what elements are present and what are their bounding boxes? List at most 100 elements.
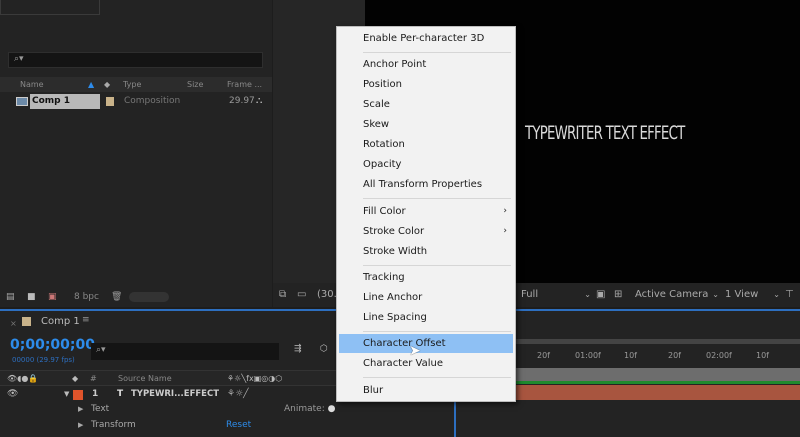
ruler-tick: 10f [756,351,769,360]
snapshot-icon[interactable]: ⧉ [279,283,286,307]
layer-switches[interactable]: ⚘☼╱ [227,387,249,402]
menu-item-stroke-width[interactable]: Stroke Width [337,242,515,261]
transparency-grid-icon[interactable]: ⊞ [614,283,622,307]
camera-value: Active Camera [635,289,709,300]
ruler-tick: 10f [624,351,637,360]
menu-item-line-anchor[interactable]: Line Anchor [337,288,515,307]
ruler-tick: 20f [537,351,550,360]
menu-item-character-offset[interactable]: Character Offset [339,334,513,353]
menu-item-fill-color[interactable]: Fill Color › [337,202,515,221]
menu-item-skew[interactable]: Skew [337,115,515,134]
menu-separator [363,265,511,266]
layer-name[interactable]: TYPEWRI...EFFECT [131,387,219,402]
menu-item-tracking[interactable]: Tracking [337,268,515,287]
transform-group-row[interactable]: ▶ Transform Reset [0,418,336,433]
menu-item-label: Fill Color [363,206,406,217]
close-tab-icon[interactable]: × [10,319,17,328]
menu-item-position[interactable]: Position [337,75,515,94]
project-thumbnail [0,0,100,15]
current-time-indicator[interactable] [454,400,456,437]
submenu-arrow-icon: › [503,206,507,216]
resolution-value: Full [521,289,539,300]
layer-label-color[interactable] [73,390,83,400]
column-frame-rate[interactable]: Frame ... [227,77,262,92]
text-layer-icon: T [117,389,124,399]
views-dropdown[interactable]: 1 View ⌄ [725,283,780,307]
new-comp-icon[interactable]: ▣ [48,288,57,306]
menu-item-blur[interactable]: Blur [337,381,515,400]
chevron-down-icon: ⌄ [584,290,591,299]
project-toolbar: ▤ ■ ▣ 8 bpc 🗑 [0,288,272,306]
reset-link[interactable]: Reset [226,418,251,433]
project-search-input[interactable]: ⌕▾ [8,52,263,68]
column-name[interactable]: Name [20,77,44,92]
menu-item-label: Stroke Color [363,226,425,237]
project-item-row[interactable]: Comp 1 Composition 29.97 ⛬ [0,94,272,109]
text-group-row[interactable]: ▶ Text Animate: ● [0,402,336,417]
monitor-icon[interactable]: ▭ [297,283,306,307]
comp-text-layer[interactable]: TYPEWRITER TEXT EFFECT [525,122,685,144]
play-circle-icon: ● [324,404,336,414]
comp-flowchart-icon[interactable]: ⇶ [294,344,302,354]
zoom-dropdown[interactable]: (30. [317,283,337,307]
expand-triangle-icon[interactable]: ▼ [64,387,69,402]
composition-icon [16,97,28,106]
visibility-eye-icon[interactable]: 👁 [7,387,18,402]
trash-icon[interactable]: 🗑 [111,288,122,306]
expand-triangle-icon[interactable]: ▶ [78,418,83,433]
text-group-label: Text [91,404,110,414]
item-type: Composition [124,96,181,106]
comp-label-color [106,97,114,106]
view-options-icon[interactable]: ⊤ [785,283,794,307]
project-scrollbar[interactable] [129,292,169,302]
ruler-tick: 01:00f [575,351,601,360]
menu-separator [363,52,511,53]
column-size[interactable]: Size [187,77,203,92]
comp-label-color [22,317,31,326]
menu-item-opacity[interactable]: Opacity [337,155,515,174]
column-source-name[interactable]: Source Name [118,371,172,387]
menu-item-line-spacing[interactable]: Line Spacing [337,308,515,327]
label-tag-icon: ◆ [72,374,79,383]
new-folder-icon[interactable]: ■ [27,288,36,306]
column-type[interactable]: Type [123,77,141,92]
transform-group-label: Transform [91,420,136,430]
draft-3d-icon[interactable]: ⬡ [320,344,328,354]
menu-separator [363,198,511,199]
menu-item-rotation[interactable]: Rotation [337,135,515,154]
layer-column-header: 👁◖●🔒 ◆ # Source Name ⚘☼╲fx▣◎◑⬡ [0,370,336,386]
camera-dropdown[interactable]: Active Camera ⌄ [635,283,719,307]
menu-separator [363,377,511,378]
resolution-dropdown[interactable]: Full ⌄ [521,283,591,307]
chevron-down-icon: ⌄ [712,290,719,299]
menu-item-stroke-color[interactable]: Stroke Color › [337,222,515,241]
animate-label: Animate: [284,404,325,414]
item-frame-rate: 29.97 [229,96,255,106]
layer-row[interactable]: 👁 ▼ 1 T TYPEWRI...EFFECT ⚘☼╱ [0,387,336,402]
region-of-interest-icon[interactable]: ▣ [596,283,605,307]
chevron-down-icon: ⌄ [773,290,780,299]
expand-triangle-icon[interactable]: ▶ [78,402,83,417]
menu-separator [363,331,511,332]
bit-depth-button[interactable]: 8 bpc [74,288,99,306]
menu-item-character-value[interactable]: Character Value [337,354,515,373]
current-timecode[interactable]: 0;00;00;00 [10,337,95,353]
panel-menu-icon[interactable]: ≡ [82,315,90,325]
ruler-tick: 20f [668,351,681,360]
ruler-tick: 02:00f [706,351,732,360]
flowchart-icon[interactable]: ⛬ [256,94,262,109]
search-icon: ⌕▾ [96,345,106,355]
timeline-tab[interactable]: Comp 1 [41,316,80,327]
label-tag-icon: ◆ [104,80,111,89]
menu-item-scale[interactable]: Scale [337,95,515,114]
layer-switches-icons: ⚘☼╲fx▣◎◑⬡ [227,374,283,383]
animate-menu[interactable]: Animate: ● [284,402,335,417]
interpret-footage-icon[interactable]: ▤ [6,288,15,306]
item-name: Comp 1 [30,94,100,109]
submenu-arrow-icon: › [503,226,507,236]
menu-item-enable-per-character-3d[interactable]: Enable Per-character 3D [337,29,515,48]
menu-item-all-transform-properties[interactable]: All Transform Properties [337,175,515,194]
timeline-search-input[interactable]: ⌕▾ [91,343,279,360]
column-number: # [90,374,97,383]
menu-item-anchor-point[interactable]: Anchor Point [337,55,515,74]
